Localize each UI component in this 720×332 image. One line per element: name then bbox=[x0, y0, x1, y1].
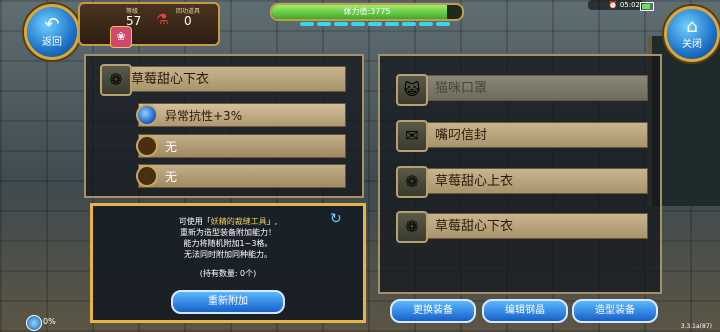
back-arrow-icon: ↶ bbox=[44, 14, 60, 35]
progress-text: 0% bbox=[43, 317, 56, 326]
equip-item-bottom[interactable]: 草莓甜心下衣 bbox=[404, 213, 648, 239]
energy-segments bbox=[300, 22, 450, 26]
back-button[interactable]: ↶ 返回 bbox=[24, 4, 80, 60]
battery-icon bbox=[640, 2, 654, 11]
selected-item-header: 草莓甜心下衣 bbox=[100, 66, 346, 92]
equip-item-top[interactable]: 草莓甜心上衣 bbox=[404, 168, 648, 194]
refresh-icon[interactable]: ↻ bbox=[330, 212, 344, 226]
stamina-bar: 体力值:3775 bbox=[270, 3, 464, 21]
cat-mask-icon: 😺 bbox=[396, 74, 428, 106]
item-count: (持有数量: 0个) bbox=[199, 269, 257, 278]
radio-unselected[interactable] bbox=[136, 135, 158, 157]
stamina-text: 体力值:3775 bbox=[343, 7, 391, 16]
radio-unselected[interactable] bbox=[136, 165, 158, 187]
desc-line-3: 能力将随机附加1~3格。 bbox=[183, 239, 273, 248]
bottom-icon: ❁ bbox=[100, 64, 132, 96]
reattach-button[interactable]: 重新附加 bbox=[171, 290, 285, 314]
bottom-icon: ❁ bbox=[396, 211, 428, 243]
home-icon: ⌂ bbox=[686, 16, 698, 37]
desc-line-2: 重新为造型装备附加能力！ bbox=[180, 228, 276, 237]
option-label: 无 bbox=[165, 170, 178, 184]
desc-line-1: 可使用「妖精的裁缝工具」, bbox=[178, 217, 278, 226]
version-text: 3.3.1a(87) bbox=[680, 323, 712, 330]
radio-selected[interactable] bbox=[136, 104, 158, 126]
edit-crystal-button[interactable]: 编辑钢晶 bbox=[482, 299, 568, 323]
loading-indicator bbox=[26, 315, 42, 331]
equip-item-envelope[interactable]: 嘴叼信封 bbox=[404, 122, 648, 148]
close-button[interactable]: ⌂ 关闭 bbox=[664, 6, 720, 62]
potion-icon: ⚗ bbox=[156, 12, 169, 28]
change-equipment-button[interactable]: 更换装备 bbox=[390, 299, 476, 323]
envelope-icon: ✉ bbox=[396, 120, 428, 152]
style-equipment-button[interactable]: 造型装备 bbox=[572, 299, 658, 323]
option-row-1[interactable]: 异常抗性+3% bbox=[138, 103, 346, 127]
recovery-value: 0 bbox=[184, 14, 192, 28]
gift-icon[interactable]: ❀ bbox=[110, 26, 132, 48]
option-row-2[interactable]: 无 bbox=[138, 134, 346, 158]
option-label: 无 bbox=[165, 140, 178, 154]
equip-item-cat-mask[interactable]: 猫咪口罩 bbox=[404, 75, 648, 101]
top-icon: ❁ bbox=[396, 166, 428, 198]
player-stats-panel: 等级 57 回功道具 0 ⚗ ❀ bbox=[78, 2, 220, 48]
option-label: 异常抗性+3% bbox=[165, 109, 243, 123]
description-box: 可使用「妖精的裁缝工具」, 重新为造型装备附加能力！ 能力将随机附加1~3格。 … bbox=[90, 203, 366, 323]
option-row-3[interactable]: 无 bbox=[138, 164, 346, 188]
desc-line-4: 无法同时附加同种能力。 bbox=[184, 250, 272, 259]
clock: ⏰ 05:02 bbox=[588, 0, 644, 10]
selected-item-name: 草莓甜心下衣 bbox=[131, 72, 210, 87]
